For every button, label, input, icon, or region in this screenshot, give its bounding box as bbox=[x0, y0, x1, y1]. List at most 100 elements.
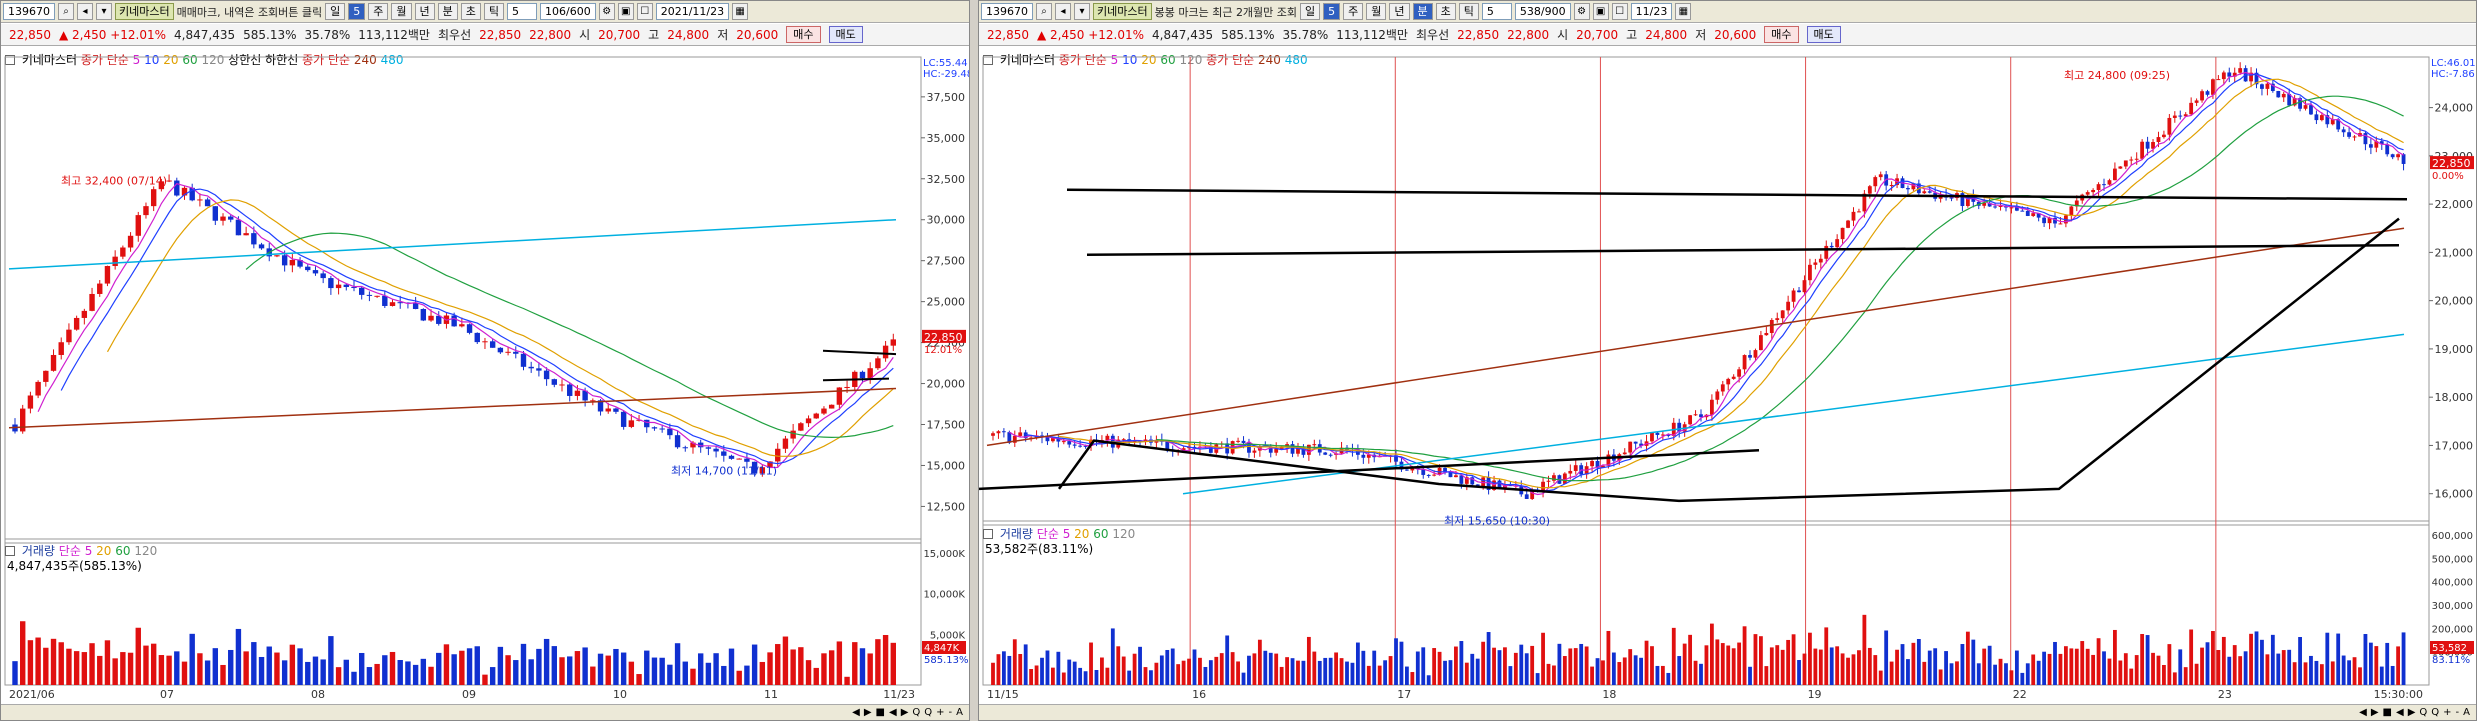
minus-icon[interactable]: - bbox=[2456, 707, 2460, 718]
volume-bar bbox=[2156, 655, 2161, 685]
volume-bar bbox=[2227, 656, 2232, 685]
volume-bar bbox=[1432, 648, 1437, 685]
page-right-icon[interactable]: ▶ bbox=[901, 707, 909, 718]
candle-body bbox=[1715, 391, 1720, 400]
volume-bar bbox=[135, 627, 141, 685]
candle-body bbox=[2042, 217, 2047, 224]
candle-body bbox=[605, 408, 611, 412]
volume-bar bbox=[1274, 653, 1279, 685]
page-right-icon[interactable]: ▶ bbox=[2408, 707, 2416, 718]
volume-bar bbox=[890, 642, 896, 685]
candle-body bbox=[2156, 137, 2161, 143]
high-note: 최고 32,400 (07/14) bbox=[61, 174, 167, 187]
volume-bar bbox=[1759, 636, 1763, 685]
candle-body bbox=[1851, 211, 1856, 221]
volume-bar bbox=[2134, 655, 2139, 685]
volume-bar bbox=[436, 652, 442, 685]
ma10-line bbox=[60, 188, 894, 465]
zoom-out-icon[interactable]: Q bbox=[924, 707, 932, 718]
volume-bar bbox=[1611, 652, 1616, 685]
candle-body bbox=[1769, 319, 1774, 334]
volume-bar bbox=[751, 644, 758, 685]
candle-body bbox=[1731, 376, 1736, 379]
volume-bar bbox=[590, 666, 596, 685]
page-left-icon[interactable]: ◀ bbox=[2396, 707, 2404, 718]
stop-icon[interactable]: ■ bbox=[2383, 707, 2392, 718]
volume-bar bbox=[605, 655, 611, 685]
y-tick-label: 15,000 bbox=[927, 459, 966, 472]
volume-bar bbox=[2102, 651, 2106, 685]
volume-bar bbox=[1388, 656, 1393, 685]
plus-icon[interactable]: + bbox=[2443, 707, 2451, 718]
zoom-out-icon[interactable]: Q bbox=[2431, 707, 2439, 718]
volume-legend-checkbox[interactable] bbox=[983, 529, 993, 539]
volume-bar bbox=[2243, 651, 2248, 685]
volume-bar bbox=[482, 674, 488, 685]
volume-bar bbox=[312, 656, 319, 685]
candle-body bbox=[1753, 350, 1758, 358]
candle-body bbox=[559, 384, 565, 386]
candle-body bbox=[836, 387, 843, 405]
volume-bar bbox=[2091, 654, 2096, 685]
candle-body bbox=[790, 430, 796, 439]
volume-bar bbox=[258, 656, 265, 685]
candle-body bbox=[1105, 435, 1110, 441]
volume-bar bbox=[2074, 648, 2079, 685]
scroll-left-icon[interactable]: ◀ bbox=[2359, 707, 2367, 718]
scroll-bar[interactable]: ◀ ▶ ■ ◀ ▶ Q Q + - A bbox=[1, 704, 969, 720]
page-left-icon[interactable]: ◀ bbox=[889, 707, 897, 718]
candle-body bbox=[805, 418, 812, 424]
volume-bar bbox=[1808, 632, 1812, 685]
y-tick-label: 37,500 bbox=[927, 91, 966, 104]
scroll-right-icon[interactable]: ▶ bbox=[2371, 707, 2379, 718]
volume-bar bbox=[1840, 653, 1845, 685]
volume-bar bbox=[1208, 660, 1213, 685]
volume-bar bbox=[821, 653, 827, 685]
candle-body bbox=[1906, 188, 1910, 190]
candle-body bbox=[674, 435, 681, 448]
auto-icon[interactable]: A bbox=[956, 707, 963, 718]
volume-bar bbox=[1916, 639, 1921, 685]
volume-bar bbox=[628, 661, 635, 685]
volume-bar bbox=[1562, 656, 1567, 685]
volume-bar bbox=[1922, 661, 1927, 685]
candle-body bbox=[844, 386, 850, 388]
volume-bar bbox=[1399, 641, 1404, 685]
volume-bar bbox=[1949, 663, 1954, 685]
scroll-right-icon[interactable]: ▶ bbox=[864, 707, 872, 718]
candle-body bbox=[2134, 158, 2139, 160]
volume-bar bbox=[12, 661, 18, 685]
candle-body bbox=[228, 216, 234, 220]
candle-body bbox=[58, 342, 64, 355]
candle-body bbox=[2118, 166, 2123, 169]
candle-body bbox=[1524, 494, 1529, 499]
stop-icon[interactable]: ■ bbox=[876, 707, 885, 718]
volume-legend-checkbox[interactable] bbox=[5, 546, 15, 556]
zoom-in-icon[interactable]: Q bbox=[2419, 707, 2427, 718]
scroll-bar[interactable]: ◀ ▶ ■ ◀ ▶ Q Q + - A bbox=[979, 704, 2476, 720]
volume-bar bbox=[1448, 660, 1453, 685]
volume-bar bbox=[728, 648, 735, 685]
volume-pct-label: 585.13% bbox=[924, 655, 969, 666]
volume-bar bbox=[798, 647, 804, 685]
scroll-left-icon[interactable]: ◀ bbox=[852, 707, 860, 718]
volume-bar bbox=[1497, 650, 1502, 685]
volume-bar bbox=[1345, 661, 1349, 685]
candle-body bbox=[497, 347, 504, 353]
volume-bar bbox=[374, 663, 380, 685]
auto-icon[interactable]: A bbox=[2463, 707, 2470, 718]
volume-bar bbox=[1007, 655, 1012, 685]
volume-bar bbox=[174, 651, 180, 685]
x-tick-label: 16 bbox=[1192, 688, 1206, 701]
candle-body bbox=[1748, 355, 1752, 358]
candle-body bbox=[2363, 133, 2368, 145]
volume-bar bbox=[844, 676, 850, 685]
volume-bar bbox=[1257, 639, 1262, 685]
zoom-in-icon[interactable]: Q bbox=[912, 707, 920, 718]
volume-bar bbox=[2330, 661, 2335, 685]
x-tick-label: 2021/06 bbox=[9, 688, 55, 701]
minus-icon[interactable]: - bbox=[949, 707, 953, 718]
volume-bar bbox=[297, 648, 303, 685]
volume-bar bbox=[1780, 649, 1785, 685]
plus-icon[interactable]: + bbox=[936, 707, 944, 718]
